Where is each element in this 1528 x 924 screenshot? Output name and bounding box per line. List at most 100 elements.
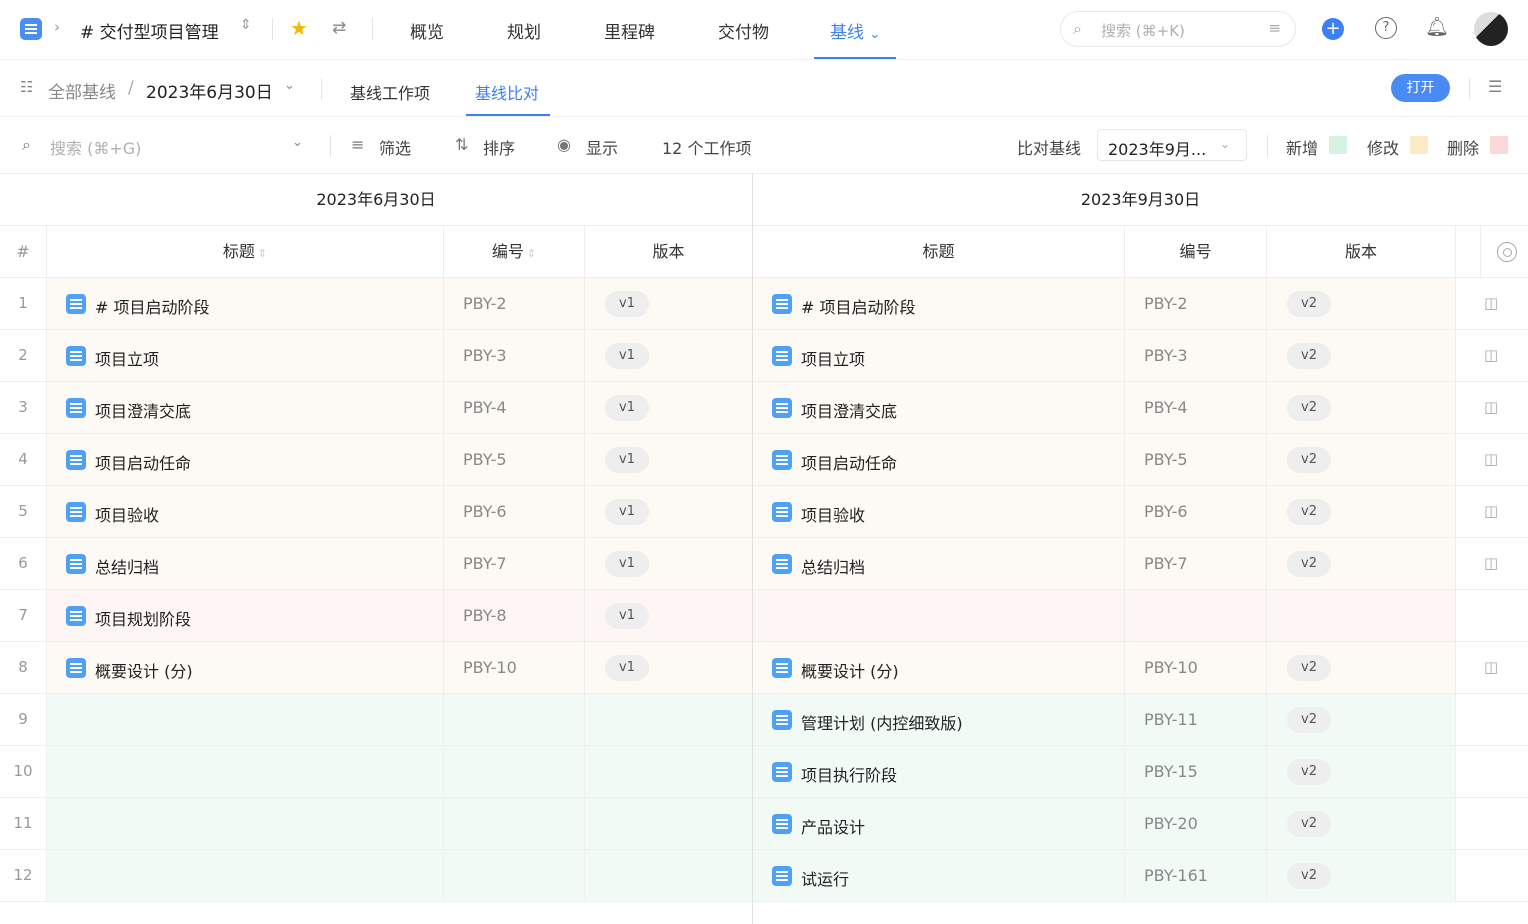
project-name[interactable]: # 交付型项目管理 (80, 18, 219, 43)
table-row[interactable]: 1 # 项目启动阶段 PBY-2 v1 (0, 278, 752, 330)
item-title[interactable]: 概要设计 (分) (95, 658, 193, 682)
table-row[interactable]: 5 项目验收 PBY-6 v1 (0, 486, 752, 538)
table-row[interactable]: 管理计划 (内控细致版) PBY-11 v2 (753, 694, 1528, 746)
title-cell[interactable]: 项目规划阶段 (47, 590, 444, 641)
tab-baselines[interactable]: 基线 ⌄ (830, 18, 880, 43)
table-row[interactable]: 3 项目澄清交底 PBY-4 v1 (0, 382, 752, 434)
title-cell[interactable]: 产品设计 (753, 798, 1125, 849)
table-row[interactable]: 9 (0, 694, 752, 746)
tab-baseline-compare[interactable]: 基线比对 (475, 80, 539, 104)
table-row[interactable]: 项目澄清交底 PBY-4 v2 ◫ (753, 382, 1528, 434)
item-title[interactable]: 项目启动任命 (801, 450, 897, 474)
title-cell[interactable]: 概要设计 (分) (47, 642, 444, 693)
sort-button[interactable]: 排序 (483, 135, 515, 159)
tab-milestones[interactable]: 里程碑 (604, 18, 655, 43)
table-row[interactable]: 总结归档 PBY-7 v2 ◫ (753, 538, 1528, 590)
table-row[interactable]: 10 (0, 746, 752, 798)
compare-diff-icon[interactable]: ◫ (1484, 346, 1498, 364)
compare-diff-icon[interactable]: ◫ (1484, 398, 1498, 416)
compare-diff-icon[interactable]: ◫ (1484, 658, 1498, 676)
title-cell[interactable]: 项目执行阶段 (753, 746, 1125, 797)
title-cell[interactable]: 项目立项 (47, 330, 444, 381)
title-cell[interactable]: 概要设计 (分) (753, 642, 1125, 693)
item-title[interactable]: 项目立项 (95, 346, 159, 370)
item-title[interactable]: # 项目启动阶段 (95, 294, 210, 318)
title-cell[interactable]: 总结归档 (753, 538, 1125, 589)
title-cell[interactable]: 管理计划 (内控细致版) (753, 694, 1125, 745)
col-code[interactable]: 编号 ⇕ (444, 226, 585, 277)
table-row[interactable]: 8 概要设计 (分) PBY-10 v1 (0, 642, 752, 694)
table-row[interactable]: 2 项目立项 PBY-3 v1 (0, 330, 752, 382)
current-baseline[interactable]: 2023年6月30日 (146, 78, 273, 103)
project-switch-icon[interactable]: ⇕ (240, 17, 252, 33)
table-row[interactable]: 12 (0, 850, 752, 902)
tab-baseline-items[interactable]: 基线工作项 (350, 80, 430, 104)
compare-diff-icon[interactable]: ◫ (1484, 502, 1498, 520)
table-row[interactable]: 项目启动任命 PBY-5 v2 ◫ (753, 434, 1528, 486)
title-cell[interactable] (47, 746, 444, 797)
column-settings[interactable] (1481, 226, 1528, 277)
all-baselines-link[interactable]: 全部基线 (48, 78, 116, 103)
project-app-icon[interactable] (20, 18, 42, 40)
item-title[interactable]: 项目澄清交底 (801, 398, 897, 422)
title-cell[interactable]: 项目立项 (753, 330, 1125, 381)
table-row[interactable] (753, 590, 1528, 642)
title-cell[interactable]: 项目澄清交底 (753, 382, 1125, 433)
title-cell[interactable]: 项目启动任命 (753, 434, 1125, 485)
filter-icon[interactable]: ≡ (1268, 19, 1281, 37)
item-title[interactable]: 项目启动任命 (95, 450, 191, 474)
table-row[interactable]: 试运行 PBY-161 v2 (753, 850, 1528, 902)
title-cell[interactable]: 项目验收 (753, 486, 1125, 537)
compare-baseline-select[interactable]: 2023年9月... ⌄ (1097, 129, 1247, 161)
table-row[interactable]: 项目验收 PBY-6 v2 ◫ (753, 486, 1528, 538)
tab-overview[interactable]: 概览 (410, 18, 444, 43)
add-button[interactable]: + (1322, 18, 1344, 40)
tab-deliverables[interactable]: 交付物 (718, 18, 769, 43)
item-title[interactable]: 管理计划 (内控细致版) (801, 710, 963, 734)
item-title[interactable]: 项目执行阶段 (801, 762, 897, 786)
display-button[interactable]: 显示 (586, 135, 618, 159)
switch-icon[interactable]: ⇄ (332, 18, 346, 38)
item-title[interactable]: 概要设计 (分) (801, 658, 899, 682)
title-cell[interactable] (753, 590, 1125, 641)
bell-icon[interactable]: 🔔︎ (1425, 15, 1449, 38)
title-cell[interactable]: 项目启动任命 (47, 434, 444, 485)
global-search[interactable]: ⌕ 搜索 (⌘+K) ≡ (1060, 11, 1296, 47)
compare-diff-icon[interactable]: ◫ (1484, 294, 1498, 312)
col-title[interactable]: 标题 ⇕ (47, 226, 444, 277)
title-cell[interactable]: 总结归档 (47, 538, 444, 589)
item-title[interactable]: 项目规划阶段 (95, 606, 191, 630)
item-title[interactable]: 试运行 (801, 866, 849, 890)
title-cell[interactable]: 项目澄清交底 (47, 382, 444, 433)
filter-button[interactable]: 筛选 (379, 135, 411, 159)
table-row[interactable]: # 项目启动阶段 PBY-2 v2 ◫ (753, 278, 1528, 330)
table-row[interactable]: 项目立项 PBY-3 v2 ◫ (753, 330, 1528, 382)
star-icon[interactable]: ★ (290, 16, 308, 40)
item-title[interactable]: 项目验收 (801, 502, 865, 526)
chevron-down-icon[interactable]: ⌄ (292, 135, 303, 150)
table-row[interactable]: 概要设计 (分) PBY-10 v2 ◫ (753, 642, 1528, 694)
open-button[interactable]: 打开 (1391, 74, 1450, 102)
avatar[interactable] (1474, 12, 1508, 46)
table-row[interactable]: 6 总结归档 PBY-7 v1 (0, 538, 752, 590)
item-title[interactable]: 项目验收 (95, 502, 159, 526)
table-row[interactable]: 项目执行阶段 PBY-15 v2 (753, 746, 1528, 798)
table-row[interactable]: 4 项目启动任命 PBY-5 v1 (0, 434, 752, 486)
compare-diff-icon[interactable]: ◫ (1484, 554, 1498, 572)
detail-list-icon[interactable]: ☰ (1488, 77, 1502, 96)
chevron-down-icon[interactable]: ⌄ (284, 78, 295, 93)
compare-diff-icon[interactable]: ◫ (1484, 450, 1498, 468)
title-cell[interactable]: # 项目启动阶段 (753, 278, 1125, 329)
table-row[interactable]: 11 (0, 798, 752, 850)
title-cell[interactable]: 项目验收 (47, 486, 444, 537)
item-title[interactable]: 项目立项 (801, 346, 865, 370)
item-search-input[interactable]: 搜索 (⌘+G) (50, 135, 141, 159)
title-cell[interactable] (47, 850, 444, 901)
help-icon[interactable]: ? (1375, 17, 1397, 39)
table-row[interactable]: 产品设计 PBY-20 v2 (753, 798, 1528, 850)
title-cell[interactable]: 试运行 (753, 850, 1125, 901)
item-title[interactable]: 总结归档 (95, 554, 159, 578)
title-cell[interactable] (47, 694, 444, 745)
item-title[interactable]: 总结归档 (801, 554, 865, 578)
item-title[interactable]: 产品设计 (801, 814, 865, 838)
